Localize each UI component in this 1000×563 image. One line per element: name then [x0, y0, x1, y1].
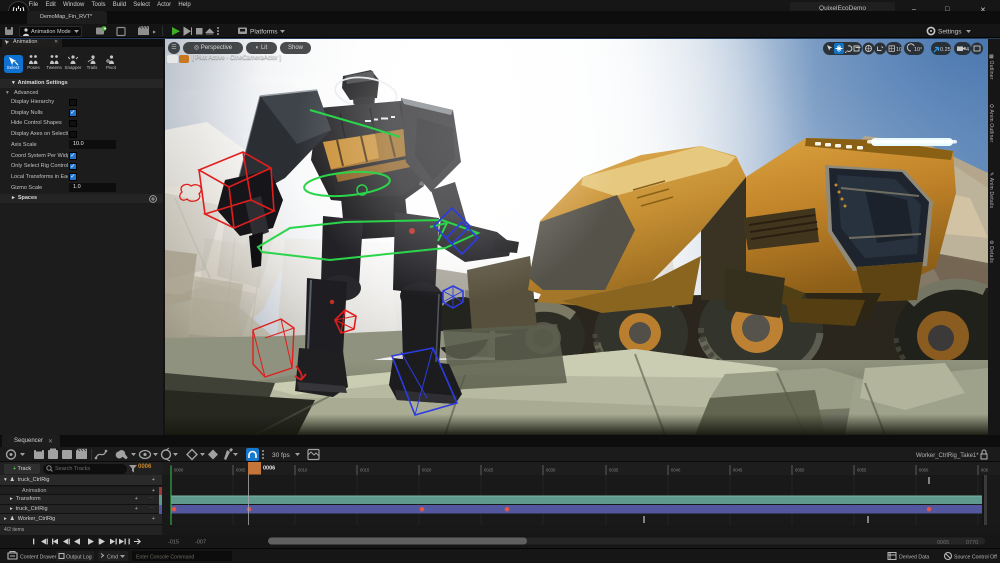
svg-text:Settings: Settings — [938, 29, 962, 36]
svg-text:10°: 10° — [914, 47, 922, 53]
svg-text:0770: 0770 — [966, 540, 978, 546]
svg-text:Worker_CtrlRig_Take1*: Worker_CtrlRig_Take1* — [916, 453, 979, 459]
svg-text:-015: -015 — [168, 540, 179, 546]
svg-text:0006: 0006 — [263, 466, 275, 472]
svg-text:0025: 0025 — [484, 468, 494, 473]
svg-text:Platforms: Platforms — [250, 29, 278, 36]
svg-text:Content Drawer: Content Drawer — [20, 555, 57, 561]
svg-text:0045: 0045 — [733, 468, 743, 473]
svg-text:30 fps: 30 fps — [272, 452, 290, 459]
svg-text:Enter Console Command: Enter Console Command — [136, 554, 194, 560]
svg-text:4: 4 — [966, 47, 969, 53]
svg-text:-007: -007 — [195, 540, 206, 546]
svg-text:0030: 0030 — [546, 468, 556, 473]
svg-text:0055: 0055 — [857, 468, 867, 473]
svg-text:0015: 0015 — [360, 468, 370, 473]
svg-text:006: 006 — [981, 468, 989, 473]
svg-text:0000: 0000 — [174, 468, 184, 473]
svg-text:Cmd: Cmd — [107, 555, 118, 561]
svg-text:0050: 0050 — [795, 468, 805, 473]
svg-text:10: 10 — [896, 47, 902, 53]
svg-text:0.25: 0.25 — [940, 47, 951, 53]
svg-text:0060: 0060 — [919, 468, 929, 473]
svg-text:0005: 0005 — [236, 468, 246, 473]
svg-text:Output Log: Output Log — [66, 555, 92, 561]
svg-text:0035: 0035 — [609, 468, 619, 473]
svg-text:Source Control Off: Source Control Off — [954, 555, 997, 561]
svg-text:0020: 0020 — [422, 468, 432, 473]
svg-text:0040: 0040 — [671, 468, 681, 473]
svg-text:0065: 0065 — [937, 540, 949, 546]
svg-text:Derived Data: Derived Data — [899, 555, 929, 561]
svg-text:0010: 0010 — [298, 468, 308, 473]
